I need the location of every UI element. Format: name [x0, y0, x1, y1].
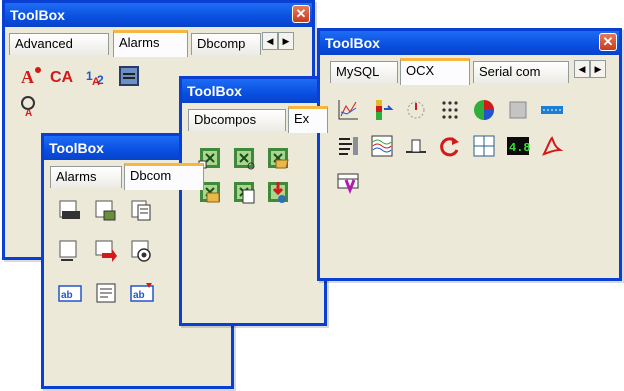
scroll-right-button[interactable]: ▶ — [278, 32, 294, 50]
digital-display-icon[interactable]: 4.8 — [506, 134, 530, 158]
window-title: ToolBox — [10, 7, 65, 23]
excel-new-icon[interactable] — [232, 180, 256, 204]
title-bar[interactable]: ToolBox ✕ — [320, 31, 619, 55]
header-bar-icon[interactable] — [404, 134, 428, 158]
waveform-icon[interactable] — [370, 134, 394, 158]
ca-alarm-icon-label: CA — [50, 69, 74, 86]
ca-alarm-icon[interactable]: CA — [49, 64, 79, 88]
tab-strip: Dbcompos Ex — [186, 106, 328, 133]
scroll-left-button[interactable]: ◀ — [574, 60, 590, 78]
gauge-bar-icon[interactable] — [370, 98, 394, 122]
window-title: ToolBox — [49, 140, 104, 156]
pie-chart-icon[interactable] — [472, 98, 496, 122]
tab-ocx[interactable]: OCX — [400, 58, 470, 85]
table-grid-icon[interactable] — [472, 134, 496, 158]
tab-serial-com[interactable]: Serial com — [473, 61, 569, 83]
db-image-icon[interactable] — [94, 199, 118, 223]
toolbox-window-3: ToolBox Dbcompos Ex — [179, 76, 328, 326]
close-button[interactable]: ✕ — [599, 33, 617, 51]
excel-open-icon[interactable] — [266, 146, 290, 170]
db-text-icon[interactable] — [94, 281, 118, 305]
window-title: ToolBox — [325, 35, 380, 51]
db-grid-icon[interactable] — [58, 199, 82, 223]
refresh-icon[interactable] — [438, 134, 462, 158]
tab-dbcom[interactable]: Dbcom — [124, 163, 204, 190]
alarm-text-icon-letter: A — [21, 67, 34, 87]
list-view-icon[interactable] — [336, 134, 360, 158]
tab-strip: MySQL OCX Serial com ◀ ▶ — [324, 58, 615, 85]
tab-scroll-buttons: ◀ ▶ — [574, 60, 608, 78]
tab-strip: Advanced Alarms Dbcomp ◀ ▶ — [9, 30, 308, 57]
tab-dbcompos[interactable]: Dbcompos — [188, 109, 286, 131]
tab-alarms[interactable]: Alarms — [113, 30, 188, 57]
tab-mysql[interactable]: MySQL — [330, 61, 398, 83]
digital-display-value: 4.8 — [509, 141, 530, 155]
numeric-alarm-icon[interactable]: 12A — [85, 64, 109, 88]
tab-scroll-buttons: ◀ ▶ — [262, 32, 296, 50]
tool-panel: 4.8 — [324, 84, 615, 274]
validation-form-icon[interactable] — [336, 170, 360, 194]
scroll-right-button[interactable]: ▶ — [590, 60, 606, 78]
title-bar[interactable]: ToolBox ✕ — [5, 3, 312, 27]
scroll-left-button[interactable]: ◀ — [262, 32, 278, 50]
excel-link-icon[interactable] — [232, 146, 256, 170]
tab-ex[interactable]: Ex — [288, 106, 328, 133]
alarm-text-icon[interactable]: A — [19, 64, 43, 88]
title-bar[interactable]: ToolBox — [182, 79, 324, 103]
db-edit-icon-label: ab — [61, 290, 73, 301]
led-matrix-icon[interactable] — [438, 98, 462, 122]
alarm-viewer-icon[interactable] — [117, 64, 141, 88]
progress-bar-icon[interactable] — [540, 98, 564, 122]
knob-icon[interactable] — [404, 98, 428, 122]
db-edit-alt-icon[interactable]: ab — [130, 281, 154, 305]
pdf-icon[interactable] — [540, 134, 564, 158]
tab-dbcomp[interactable]: Dbcomp — [191, 33, 261, 55]
tab-alarms[interactable]: Alarms — [50, 166, 122, 188]
window-title: ToolBox — [187, 83, 242, 99]
svg-text:A: A — [92, 76, 100, 88]
tool-panel — [186, 132, 320, 319]
db-lookup-icon[interactable] — [94, 239, 118, 263]
db-navigator-icon[interactable] — [58, 239, 82, 263]
excel-import-icon[interactable] — [266, 180, 290, 204]
db-edit-alt-icon-label: ab — [133, 290, 145, 301]
db-memo-icon[interactable] — [130, 199, 154, 223]
db-edit-icon[interactable]: ab — [58, 281, 82, 305]
tab-strip: Alarms Dbcom — [48, 163, 227, 190]
svg-text:A: A — [25, 108, 32, 118]
tab-advanced[interactable]: Advanced — [9, 33, 109, 55]
alarm-search-icon[interactable]: A — [19, 94, 43, 118]
close-button[interactable]: ✕ — [292, 5, 310, 23]
toolbox-window-4: ToolBox ✕ MySQL OCX Serial com ◀ ▶ 4.8 — [317, 28, 622, 281]
db-radio-icon[interactable] — [130, 239, 154, 263]
panel-icon[interactable] — [506, 98, 530, 122]
xy-chart-icon[interactable] — [336, 98, 360, 122]
